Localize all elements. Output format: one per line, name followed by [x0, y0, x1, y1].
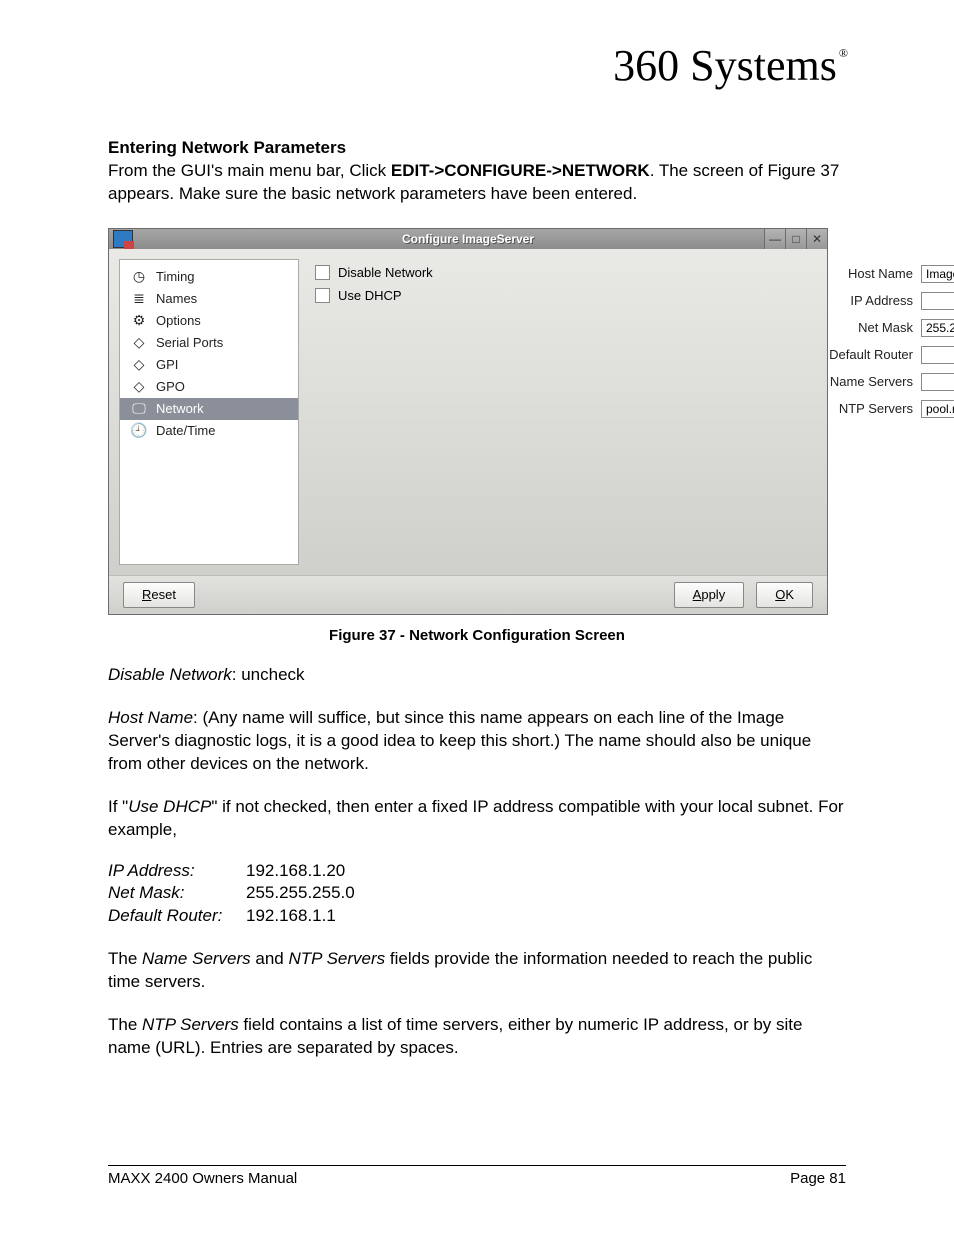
checkbox-icon [315, 265, 330, 280]
window-close-button[interactable]: ✕ [806, 229, 827, 249]
use-dhcp-checkbox-row[interactable]: Use DHCP [315, 288, 805, 303]
window-maximize-button[interactable]: □ [785, 229, 806, 249]
gear-icon: ⚙ [130, 313, 148, 329]
footer-manual-name: MAXX 2400 Owners Manual [108, 1170, 297, 1187]
ntpservers-input[interactable] [921, 400, 954, 418]
config-window: Configure ImageServer — □ ✕ ◷Timing ≣Nam… [108, 228, 828, 615]
window-titlebar: Configure ImageServer — □ ✕ [109, 229, 827, 249]
monitor-icon: 🖵 [130, 401, 148, 417]
ntpservers-note: The NTP Servers field contains a list of… [108, 1014, 846, 1060]
router-input[interactable] [921, 346, 954, 364]
nameservers-input[interactable] [921, 373, 954, 391]
list-icon: ≣ [130, 291, 148, 307]
disable-network-checkbox-row[interactable]: Disable Network [315, 265, 805, 280]
figure-wrapper: Configure ImageServer — □ ✕ ◷Timing ≣Nam… [108, 228, 846, 644]
disable-note: Disable Network: uncheck [108, 664, 846, 687]
sidebar-item-gpo[interactable]: ◇GPO [120, 376, 298, 398]
sidebar-nav: ◷Timing ≣Names ⚙Options ◇Serial Ports ◇G… [119, 259, 299, 565]
figure-caption: Figure 37 - Network Configuration Screen [108, 627, 846, 644]
sidebar-item-names[interactable]: ≣Names [120, 288, 298, 310]
ip-example-table: IP Address:192.168.1.20 Net Mask:255.255… [108, 860, 846, 929]
sidebar-item-timing[interactable]: ◷Timing [120, 266, 298, 288]
sidebar-item-serial-ports[interactable]: ◇Serial Ports [120, 332, 298, 354]
sidebar-item-network[interactable]: 🖵Network [120, 398, 298, 420]
diamond-icon: ◇ [130, 357, 148, 373]
diamond-icon: ◇ [130, 335, 148, 351]
section-heading: Entering Network Parameters [108, 138, 846, 158]
ok-button[interactable]: OK [756, 582, 813, 608]
nameservers-note: The Name Servers and NTP Servers fields … [108, 948, 846, 994]
reset-button[interactable]: Reset [123, 582, 195, 608]
checkbox-icon [315, 288, 330, 303]
nameservers-label: Name Servers [830, 374, 913, 389]
main-panel: Disable Network Use DHCP Host Name IP Ad… [311, 259, 817, 565]
dhcp-note: If "Use DHCP" if not checked, then enter… [108, 796, 846, 842]
hostname-input[interactable] [921, 265, 954, 283]
ipaddress-label: IP Address [850, 293, 913, 308]
footer-page-number: Page 81 [790, 1170, 846, 1187]
hostname-label: Host Name [848, 266, 913, 281]
hostname-note: Host Name: (Any name will suffice, but s… [108, 707, 846, 776]
window-title: Configure ImageServer [109, 232, 827, 246]
ntpservers-label: NTP Servers [839, 401, 913, 416]
router-label: Default Router [829, 347, 913, 362]
netmask-label: Net Mask [858, 320, 913, 335]
calendar-clock-icon: 🕘 [130, 423, 148, 439]
window-minimize-button[interactable]: — [764, 229, 785, 249]
sidebar-item-gpi[interactable]: ◇GPI [120, 354, 298, 376]
brand-logo: 360 Systems® [613, 40, 846, 91]
netmask-input[interactable] [921, 319, 954, 337]
intro-paragraph: From the GUI's main menu bar, Click EDIT… [108, 160, 846, 206]
sidebar-item-options[interactable]: ⚙Options [120, 310, 298, 332]
ipaddress-input[interactable] [921, 292, 954, 310]
apply-button[interactable]: Apply [674, 582, 745, 608]
sidebar-item-datetime[interactable]: 🕘Date/Time [120, 420, 298, 442]
clock-icon: ◷ [130, 269, 148, 285]
diamond-icon: ◇ [130, 379, 148, 395]
